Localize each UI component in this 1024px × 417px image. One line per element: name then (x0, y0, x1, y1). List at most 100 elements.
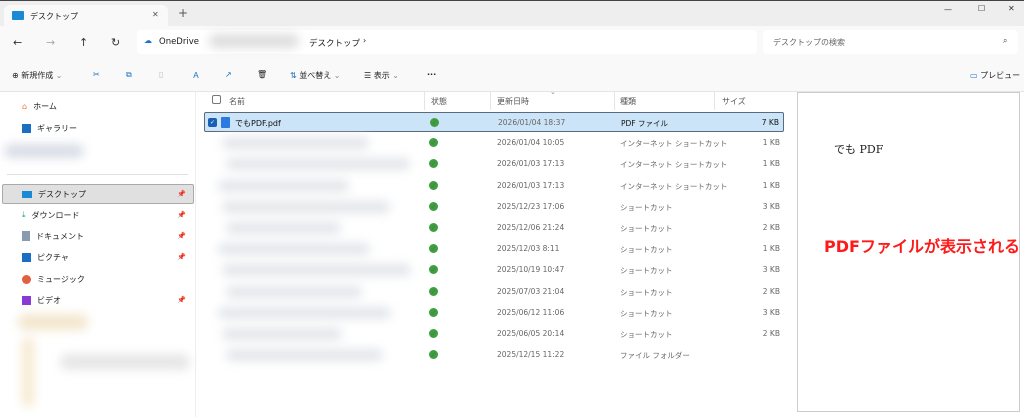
maximize-button[interactable]: ☐ (978, 4, 985, 13)
sidebar-item-downloads[interactable]: ⤓ ダウンロード 📌 (22, 205, 192, 225)
column-divider[interactable] (614, 92, 615, 110)
file-size: 1 KB (762, 138, 780, 148)
sync-ok-icon: ✓ (429, 201, 438, 211)
sidebar-item-music[interactable]: ミュージック (22, 269, 192, 289)
pin-icon[interactable]: 📌 (177, 190, 186, 198)
preview-document-text: でも PDF (834, 143, 884, 156)
close-window-button[interactable]: ✕ (1008, 4, 1015, 13)
sidebar-item-desktop[interactable]: デスクトップ 📌 (22, 184, 192, 204)
back-icon[interactable]: ← (13, 36, 22, 49)
tab-desktop[interactable]: デスクトップ ✕ (4, 5, 168, 27)
file-size: 7 KB (761, 118, 779, 127)
file-row[interactable]: ✓ 2025/07/03 21:04 ショートカット 2 KB (204, 282, 784, 302)
column-divider[interactable] (424, 92, 425, 110)
file-size: 2 KB (762, 329, 780, 338)
column-header-name[interactable]: 名前 (229, 96, 245, 107)
close-tab-icon[interactable]: ✕ (152, 10, 159, 19)
sidebar-item-pictures[interactable]: ピクチャ 📌 (22, 247, 192, 267)
new-button[interactable]: ⊕ 新規作成 ⌄ (12, 70, 63, 81)
column-divider[interactable] (714, 92, 715, 110)
file-row-selected[interactable]: ✓ でもPDF.pdf ✓ 2026/01/04 18:37 PDF ファイル 7 KB (204, 112, 784, 132)
chevron-right-icon[interactable]: › (363, 36, 366, 45)
row-checkbox[interactable]: ✓ (208, 118, 217, 127)
file-row[interactable]: ✓ 2025/12/15 11:22 ファイル フォルダー (204, 345, 784, 365)
file-row[interactable]: ✓ 2025/10/19 10:47 ショートカット 3 KB (204, 260, 784, 280)
breadcrumb-desktop[interactable]: デスクトップ (309, 37, 360, 49)
sidebar-item-documents[interactable]: ドキュメント 📌 (22, 226, 192, 246)
column-header-status[interactable]: 状態 (431, 96, 447, 107)
file-date: 2025/07/03 21:04 (497, 286, 565, 296)
breadcrumb-onedrive[interactable]: OneDrive (159, 37, 199, 47)
blurred-file-name (226, 158, 410, 171)
file-row[interactable]: ✓ 2025/12/23 17:06 ショートカット 3 KB (204, 197, 784, 217)
sort-button[interactable]: ⇅ 並べ替え ⌄ (290, 70, 341, 81)
address-bar[interactable]: ☁ OneDrive デスクトップ › (137, 30, 757, 54)
column-header-modified[interactable]: 更新日時 (497, 96, 529, 107)
search-input[interactable]: デスクトップの検索 ⌕ (763, 30, 1018, 54)
file-row[interactable]: ✓ 2025/12/06 21:24 ショートカット 2 KB (204, 218, 784, 238)
blurred-file-name (218, 243, 370, 256)
search-icon: ⌕ (1003, 36, 1008, 45)
up-icon[interactable]: ↑ (79, 36, 88, 49)
file-row[interactable]: ✓ 2026/01/03 17:13 インターネット ショートカット 1 KB (204, 154, 784, 174)
sync-ok-icon: ✓ (429, 350, 438, 360)
sidebar-item-gallery[interactable]: ギャラリー (22, 118, 192, 138)
sidebar-item-videos[interactable]: ビデオ 📌 (22, 290, 192, 310)
picture-icon (22, 252, 31, 262)
blurred-item (18, 314, 88, 330)
new-tab-button[interactable]: + (178, 6, 188, 20)
navigation-pane: ⌂ ホーム ギャラリー デスクトップ 📌 ⤓ ダウンロード 📌 ドキュメント 📌 ピクチャ… (0, 92, 196, 417)
column-header-type[interactable]: 種類 (620, 96, 636, 107)
forward-icon[interactable]: → (46, 36, 55, 49)
new-label: 新規作成 (21, 71, 54, 80)
chevron-down-icon: ⌄ (55, 71, 63, 80)
file-row[interactable]: ✓ 2025/06/12 11:06 ショートカット 3 KB (204, 303, 784, 323)
refresh-icon[interactable]: ↻ (111, 36, 120, 49)
blurred-item (60, 354, 190, 370)
share-icon[interactable]: ↗ (225, 70, 232, 79)
minimize-button[interactable]: — (944, 5, 952, 14)
file-size: 1 KB (762, 159, 780, 169)
sync-ok-icon: ✓ (429, 329, 438, 338)
select-all-checkbox[interactable] (212, 95, 221, 104)
blurred-file-name (218, 179, 349, 192)
file-row[interactable]: ✓ 2025/06/05 20:14 ショートカット 2 KB (204, 324, 784, 344)
file-date: 2025/12/03 8:11 (497, 244, 560, 254)
pin-icon[interactable]: 📌 (177, 232, 186, 240)
rename-icon[interactable]: Ａ (192, 70, 200, 81)
sync-ok-icon: ✓ (429, 223, 438, 232)
view-label: 表示 (373, 71, 390, 80)
file-row[interactable]: ✓ 2026/01/03 17:13 インターネット ショートカット 1 KB (204, 176, 784, 196)
delete-icon[interactable]: 🗑 (257, 70, 267, 79)
cut-icon[interactable]: ✂ (93, 70, 100, 79)
blurred-file-name (222, 137, 369, 150)
paste-icon[interactable]: ▯ (159, 70, 163, 79)
tab-title: デスクトップ (30, 12, 78, 21)
view-button[interactable]: ☰ 表示 ⌄ (364, 70, 399, 81)
file-row[interactable]: ✓ 2025/12/03 8:11 ショートカット 1 KB (204, 239, 784, 259)
file-type: インターネット ショートカット (620, 181, 728, 191)
more-options-button[interactable]: ··· (427, 70, 436, 79)
preview-pane-button[interactable]: ▭ プレビュー (970, 70, 1020, 81)
file-date: 2026/01/03 17:13 (497, 180, 565, 190)
file-type: ショートカット (620, 202, 673, 212)
sidebar-item-label: ミュージック (37, 274, 85, 284)
blurred-file-name (218, 306, 391, 319)
file-row[interactable]: ✓ 2026/01/04 10:05 インターネット ショートカット 1 KB (204, 133, 784, 153)
file-date: 2025/10/19 10:47 (497, 265, 565, 275)
sync-ok-icon: ✓ (429, 244, 438, 254)
copy-icon[interactable]: ⧉ (126, 70, 132, 80)
column-header-size[interactable]: サイズ (722, 96, 746, 107)
column-divider[interactable] (490, 92, 491, 110)
sidebar-item-home[interactable]: ⌂ ホーム (22, 96, 192, 116)
sidebar-item-label: ダウンロード (31, 210, 80, 220)
pin-icon[interactable]: 📌 (177, 211, 186, 219)
blurred-file-name (222, 200, 390, 213)
file-type: ファイル フォルダー (620, 351, 690, 361)
desktop-icon (22, 190, 32, 198)
sync-ok-icon: ✓ (429, 159, 438, 169)
file-size: 3 KB (762, 265, 780, 275)
pin-icon[interactable]: 📌 (177, 253, 186, 261)
sync-ok-icon: ✓ (429, 138, 438, 148)
pin-icon[interactable]: 📌 (177, 296, 186, 304)
